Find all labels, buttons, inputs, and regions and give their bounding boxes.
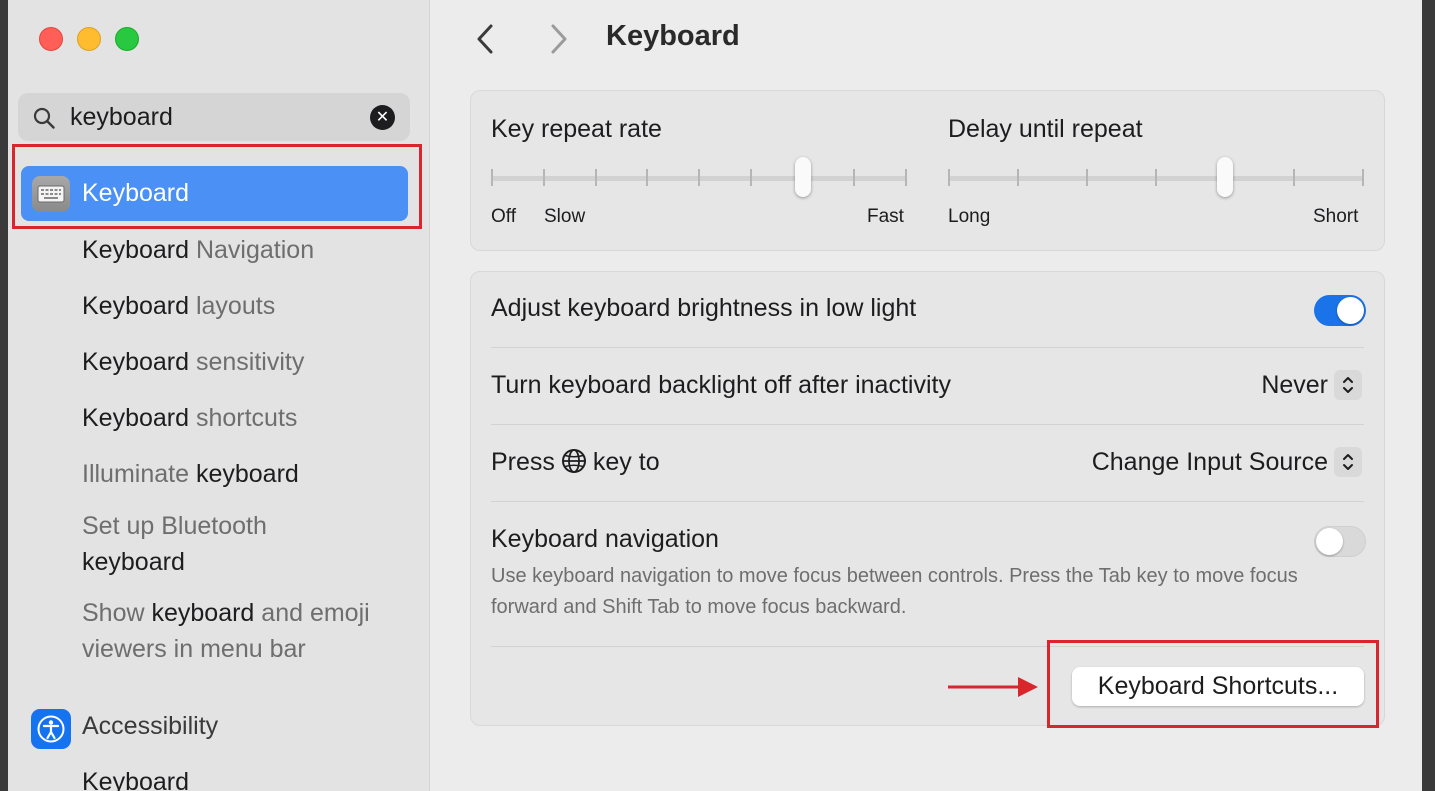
globe-key-value: Change Input Source [1091,447,1328,476]
result-match-text: Keyboard [82,404,190,432]
globe-icon [561,449,586,473]
result-match-text: keyboard [151,599,255,627]
sidebar-result-keyboard-shortcuts[interactable]: Keyboard shortcuts [82,400,297,436]
slider-tick [853,169,855,186]
keyboard-navigation-description: Use keyboard navigation to move focus be… [491,565,1298,618]
divider [491,501,1364,502]
annotation-arrow-icon [948,677,1038,697]
annotation-highlight-box [12,144,422,229]
globe-key-label-post: key to [592,448,660,476]
result-rest-text: sensitivity [189,348,305,376]
traffic-lights [39,27,139,51]
divider [491,347,1364,348]
sidebar-item-label: Accessibility [82,712,219,740]
minimize-window-button[interactable] [77,27,101,51]
close-window-button[interactable] [39,27,63,51]
divider [491,424,1364,425]
sidebar-result-keyboard-navigation[interactable]: Keyboard Navigation [82,232,314,268]
result-rest-text: Show [82,599,152,627]
sidebar: ✕ Keyboard Keyboard Navigation Keyboard … [8,0,430,791]
slider-knob[interactable] [1217,157,1233,197]
result-match-text: Keyboard [82,292,190,320]
xmark-circle-icon[interactable]: ✕ [370,105,395,130]
key-repeat-slider[interactable] [491,91,907,201]
result-rest-text: layouts [189,292,276,320]
slider-tick [1293,169,1295,186]
chevron-left-icon[interactable] [474,22,496,56]
search-input[interactable] [70,101,360,133]
chevron-up-down-icon [1334,447,1362,477]
slider-knob[interactable] [795,157,811,197]
slider-tick [646,169,648,186]
result-match-text: Keyboard [82,236,190,264]
result-match-text: Keyboard [82,768,190,791]
search-icon [33,107,55,129]
sidebar-result-accessibility-keyboard[interactable]: Keyboard [82,764,189,791]
slider-tick [1086,169,1088,186]
slider-tick [750,169,752,186]
globe-key-popup[interactable]: Change Input Source [1092,447,1362,477]
backlight-value: Never [1261,370,1328,399]
accessibility-icon [31,709,71,749]
brightness-toggle[interactable] [1314,295,1366,326]
result-rest-text: Illuminate [82,460,196,488]
slider-tick [595,169,597,186]
brightness-label: Adjust keyboard brightness in low light [491,294,917,322]
result-rest-text: Set up Bluetooth [82,512,267,540]
backlight-popup[interactable]: Never [1261,370,1362,400]
slider-tick [905,169,907,186]
backlight-label: Turn keyboard backlight off after inacti… [491,371,951,399]
slider-tick [1017,169,1019,186]
slider-tick [1362,169,1364,186]
result-rest-text: viewers in menu bar [82,635,306,663]
slider-tick [543,169,545,186]
sidebar-result-emoji-viewers[interactable]: Show keyboard and emoji viewers in menu … [82,595,370,667]
keyboard-navigation-label: Keyboard navigation [491,525,719,553]
search-field[interactable]: ✕ [18,93,410,141]
page-title: Keyboard [606,20,740,52]
keyboard-navigation-toggle[interactable] [1314,526,1366,557]
delay-repeat-slider[interactable] [948,91,1364,201]
slider-tick [698,169,700,186]
slider-label-short: Short [1313,206,1359,227]
result-match-text: keyboard [82,548,185,576]
result-match-text: keyboard [195,460,299,488]
sidebar-result-bluetooth-keyboard[interactable]: Set up Bluetooth keyboard [82,508,267,580]
globe-key-label-pre: Press [491,448,555,476]
annotation-highlight-box [1047,640,1379,728]
sidebar-result-keyboard-layouts[interactable]: Keyboard layouts [82,288,275,324]
repeat-settings-card: Key repeat rate Off Slow Fast Delay unti… [470,90,1385,251]
slider-label-slow: Slow [544,206,586,227]
slider-tick [491,169,493,186]
chevron-right-icon[interactable] [548,22,570,56]
slider-tick [948,169,950,186]
result-match-text: Keyboard [82,348,190,376]
slider-label-fast: Fast [867,206,904,227]
maximize-window-button[interactable] [115,27,139,51]
result-rest-text: Navigation [189,236,315,264]
result-rest-text: shortcuts [189,404,298,432]
result-rest-text: and emoji [254,599,370,627]
globe-key-label: Press key to [491,448,660,477]
slider-label-long: Long [948,206,991,227]
chevron-up-down-icon [1334,370,1362,400]
slider-label-off: Off [491,206,516,227]
slider-tick [1155,169,1157,186]
sidebar-result-keyboard-sensitivity[interactable]: Keyboard sensitivity [82,344,304,380]
sidebar-result-illuminate-keyboard[interactable]: Illuminate keyboard [82,456,299,492]
